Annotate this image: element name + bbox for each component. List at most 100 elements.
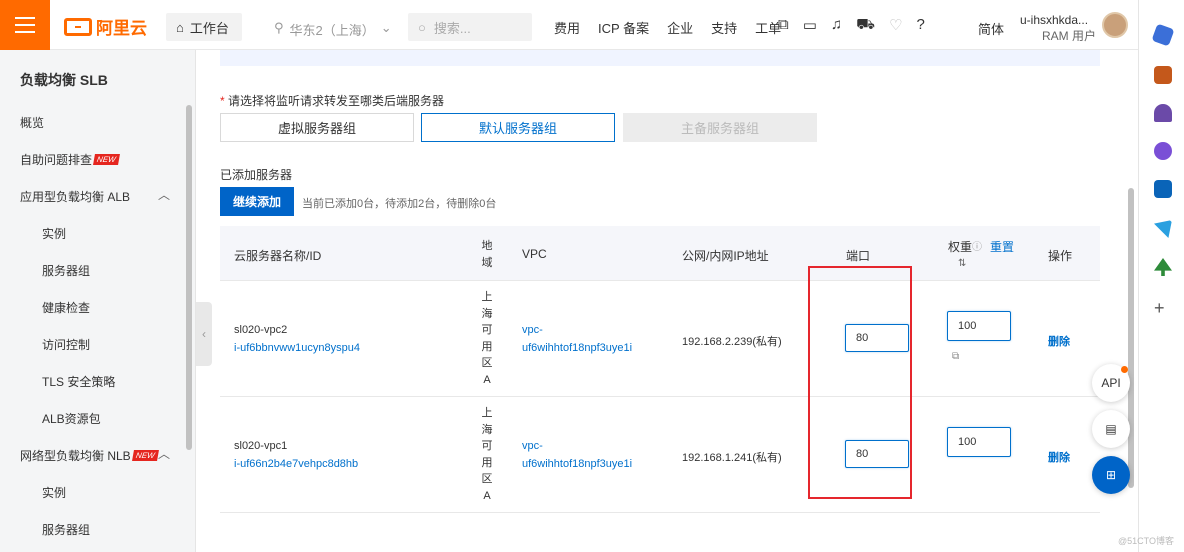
logo-mark-icon	[64, 17, 92, 36]
api-button[interactable]: API	[1092, 364, 1130, 402]
nav-enterprise[interactable]: 企业	[667, 18, 693, 37]
weight-reset-link[interactable]: 重置	[990, 238, 1014, 255]
continue-add-button[interactable]: 继续添加	[220, 187, 294, 216]
ip-address: 192.168.1.241(私有)	[682, 452, 782, 464]
tab-master-slave-group: 主备服务器组	[623, 113, 817, 142]
nav-support[interactable]: 支持	[711, 18, 737, 37]
sidebar: 负载均衡 SLB 概览 自助问题排查 NEW 应用型负载均衡 ALB ︿ 实例 服…	[0, 50, 196, 552]
send-icon[interactable]	[1154, 220, 1172, 238]
nav-icp[interactable]: ICP 备案	[598, 18, 649, 37]
sidebar-item-alb-instances[interactable]: 实例	[42, 225, 66, 242]
sidebar-item-alb[interactable]: 应用型负载均衡 ALB	[20, 188, 130, 205]
sidebar-item-overview[interactable]: 概览	[20, 114, 44, 131]
code-icon[interactable]: ⧉	[778, 16, 789, 35]
port-value: 80	[856, 448, 869, 460]
location-icon: ⚲	[274, 20, 284, 35]
sidebar-item-nlb-instances[interactable]: 实例	[42, 484, 66, 501]
new-badge: NEW	[93, 154, 120, 165]
nav-billing[interactable]: 费用	[554, 18, 580, 37]
search-input[interactable]: ○ 搜索...	[408, 13, 532, 41]
vpc-link[interactable]: uf6wihhtof18npf3uye1i	[522, 458, 632, 470]
tag-icon[interactable]	[1151, 23, 1175, 47]
lightbulb-icon[interactable]: ♡	[889, 16, 902, 35]
help-icon[interactable]: ⓘ	[972, 238, 982, 253]
sidebar-item-alb-package[interactable]: ALB资源包	[42, 410, 101, 427]
col-ip: 公网/内网IP地址	[682, 249, 769, 263]
chevron-up-icon[interactable]: ︿	[158, 186, 170, 203]
server-name: sl020-vpc2	[234, 324, 288, 336]
col-vpc: VPC	[522, 247, 547, 261]
col-action: 操作	[1048, 249, 1073, 263]
sidebar-scrollbar[interactable]	[186, 105, 192, 450]
sidebar-item-label: TLS 安全策略	[42, 375, 116, 389]
vpc-link[interactable]: vpc-	[522, 440, 543, 452]
segment-label: 主备服务器组	[680, 121, 759, 136]
server-id-link[interactable]: i-uf66n2b4e7vehpc8d8hb	[234, 458, 358, 470]
logo-text: 阿里云	[96, 19, 147, 38]
table-row: sl020-vpc1 i-uf66n2b4e7vehpc8d8hb 上海可用区A…	[220, 397, 1100, 513]
top-icons: ⧉ ▭ ♫ ⛟ ♡ ?	[778, 16, 925, 35]
sidebar-item-access-control[interactable]: 访问控制	[42, 336, 90, 353]
tree-icon[interactable]	[1154, 258, 1172, 276]
weight-input[interactable]: 100	[947, 427, 1011, 457]
zone-text: 上海可用区A	[481, 407, 493, 502]
sidebar-item-label: ALB资源包	[42, 412, 101, 426]
sidebar-item-health-check[interactable]: 健康检查	[42, 299, 90, 316]
workbench-button[interactable]: ⌂ 工作台	[166, 13, 242, 41]
delete-button[interactable]: 删除	[1048, 333, 1070, 349]
copilot-icon[interactable]	[1154, 142, 1172, 160]
bell-icon[interactable]: ♫	[831, 16, 842, 35]
sort-icon[interactable]: ⇅	[958, 258, 966, 269]
user-info[interactable]: u-ihsxhkda... RAM 用户	[1020, 12, 1096, 44]
add-icon[interactable]: +	[1154, 298, 1165, 319]
main-scrollbar[interactable]	[1128, 188, 1134, 488]
tab-default-server-group[interactable]: 默认服务器组	[421, 113, 615, 142]
workbench-label: 工作台	[189, 20, 229, 36]
required-mark: *	[220, 94, 225, 108]
chevron-up-icon[interactable]: ︿	[158, 445, 170, 462]
outlook-icon[interactable]	[1154, 180, 1172, 198]
vpc-link[interactable]: uf6wihhtof18npf3uye1i	[522, 342, 632, 354]
sidebar-item-label: 实例	[42, 486, 67, 500]
sidebar-item-alb-server-groups[interactable]: 服务器组	[42, 262, 90, 279]
weight-input[interactable]: 100	[947, 311, 1011, 341]
search-icon: ○	[418, 19, 426, 35]
terminal-icon[interactable]: ▭	[803, 16, 817, 35]
sidebar-item-diagnose[interactable]: 自助问题排查 NEW	[20, 151, 120, 168]
help-icon[interactable]: ?	[916, 16, 924, 35]
sidebar-item-label: 网络型负载均衡 NLB	[20, 449, 131, 463]
menu-icon[interactable]	[0, 0, 50, 50]
server-count-text: 当前已添加0台，待添加2台，待删除0台	[302, 198, 497, 210]
sidebar-item-label: 应用型负载均衡 ALB	[20, 190, 131, 204]
sidebar-collapse-toggle[interactable]: ‹	[196, 302, 212, 366]
server-id-link[interactable]: i-uf6bbnvww1ucyn8yspu4	[234, 342, 360, 354]
feedback-icon[interactable]: ▤	[1092, 410, 1130, 448]
ip-address: 192.168.2.239(私有)	[682, 336, 782, 348]
language-switch[interactable]: 简体	[978, 19, 1004, 38]
sidebar-item-nlb-server-groups[interactable]: 服务器组	[42, 521, 90, 538]
sidebar-item-nlb[interactable]: 网络型负载均衡 NLB NEW	[20, 447, 159, 464]
top-nav: 费用 ICP 备案 企业 支持 工单	[554, 18, 781, 37]
sidebar-item-tls-policy[interactable]: TLS 安全策略	[42, 373, 115, 390]
server-type-label-text: 请选择将监听请求转发至哪类后端服务器	[228, 94, 445, 108]
port-input[interactable]: 80	[845, 324, 909, 352]
apps-icon[interactable]: ⊞	[1092, 456, 1130, 494]
info-tip	[220, 50, 1100, 66]
sidebar-item-label: 服务器组	[42, 523, 91, 537]
table-header: 云服务器名称/ID 地域 VPC 公网/内网IP地址 端口 权重 ⓘ 重置 ⇅ …	[220, 226, 1100, 281]
delete-button[interactable]: 删除	[1048, 449, 1070, 465]
sidebar-title: 负载均衡 SLB	[20, 72, 108, 88]
tab-virtual-server-group[interactable]: 虚拟服务器组	[220, 113, 414, 142]
avatar[interactable]	[1102, 12, 1128, 38]
sidebar-item-label: 自助问题排查	[20, 153, 93, 167]
port-input[interactable]: 80	[845, 440, 909, 468]
copy-icon[interactable]: ⧉	[952, 351, 959, 362]
vpc-link[interactable]: vpc-	[522, 324, 543, 336]
region-label: 华东2（上海）	[289, 23, 375, 38]
aliyun-logo[interactable]: 阿里云	[64, 14, 147, 39]
region-selector[interactable]: ⚲ 华东2（上海） ⌄	[274, 20, 392, 39]
chess-icon[interactable]	[1154, 104, 1172, 122]
notification-dot	[1121, 366, 1128, 373]
cart-icon[interactable]: ⛟	[856, 16, 875, 35]
briefcase-icon[interactable]	[1154, 66, 1172, 84]
